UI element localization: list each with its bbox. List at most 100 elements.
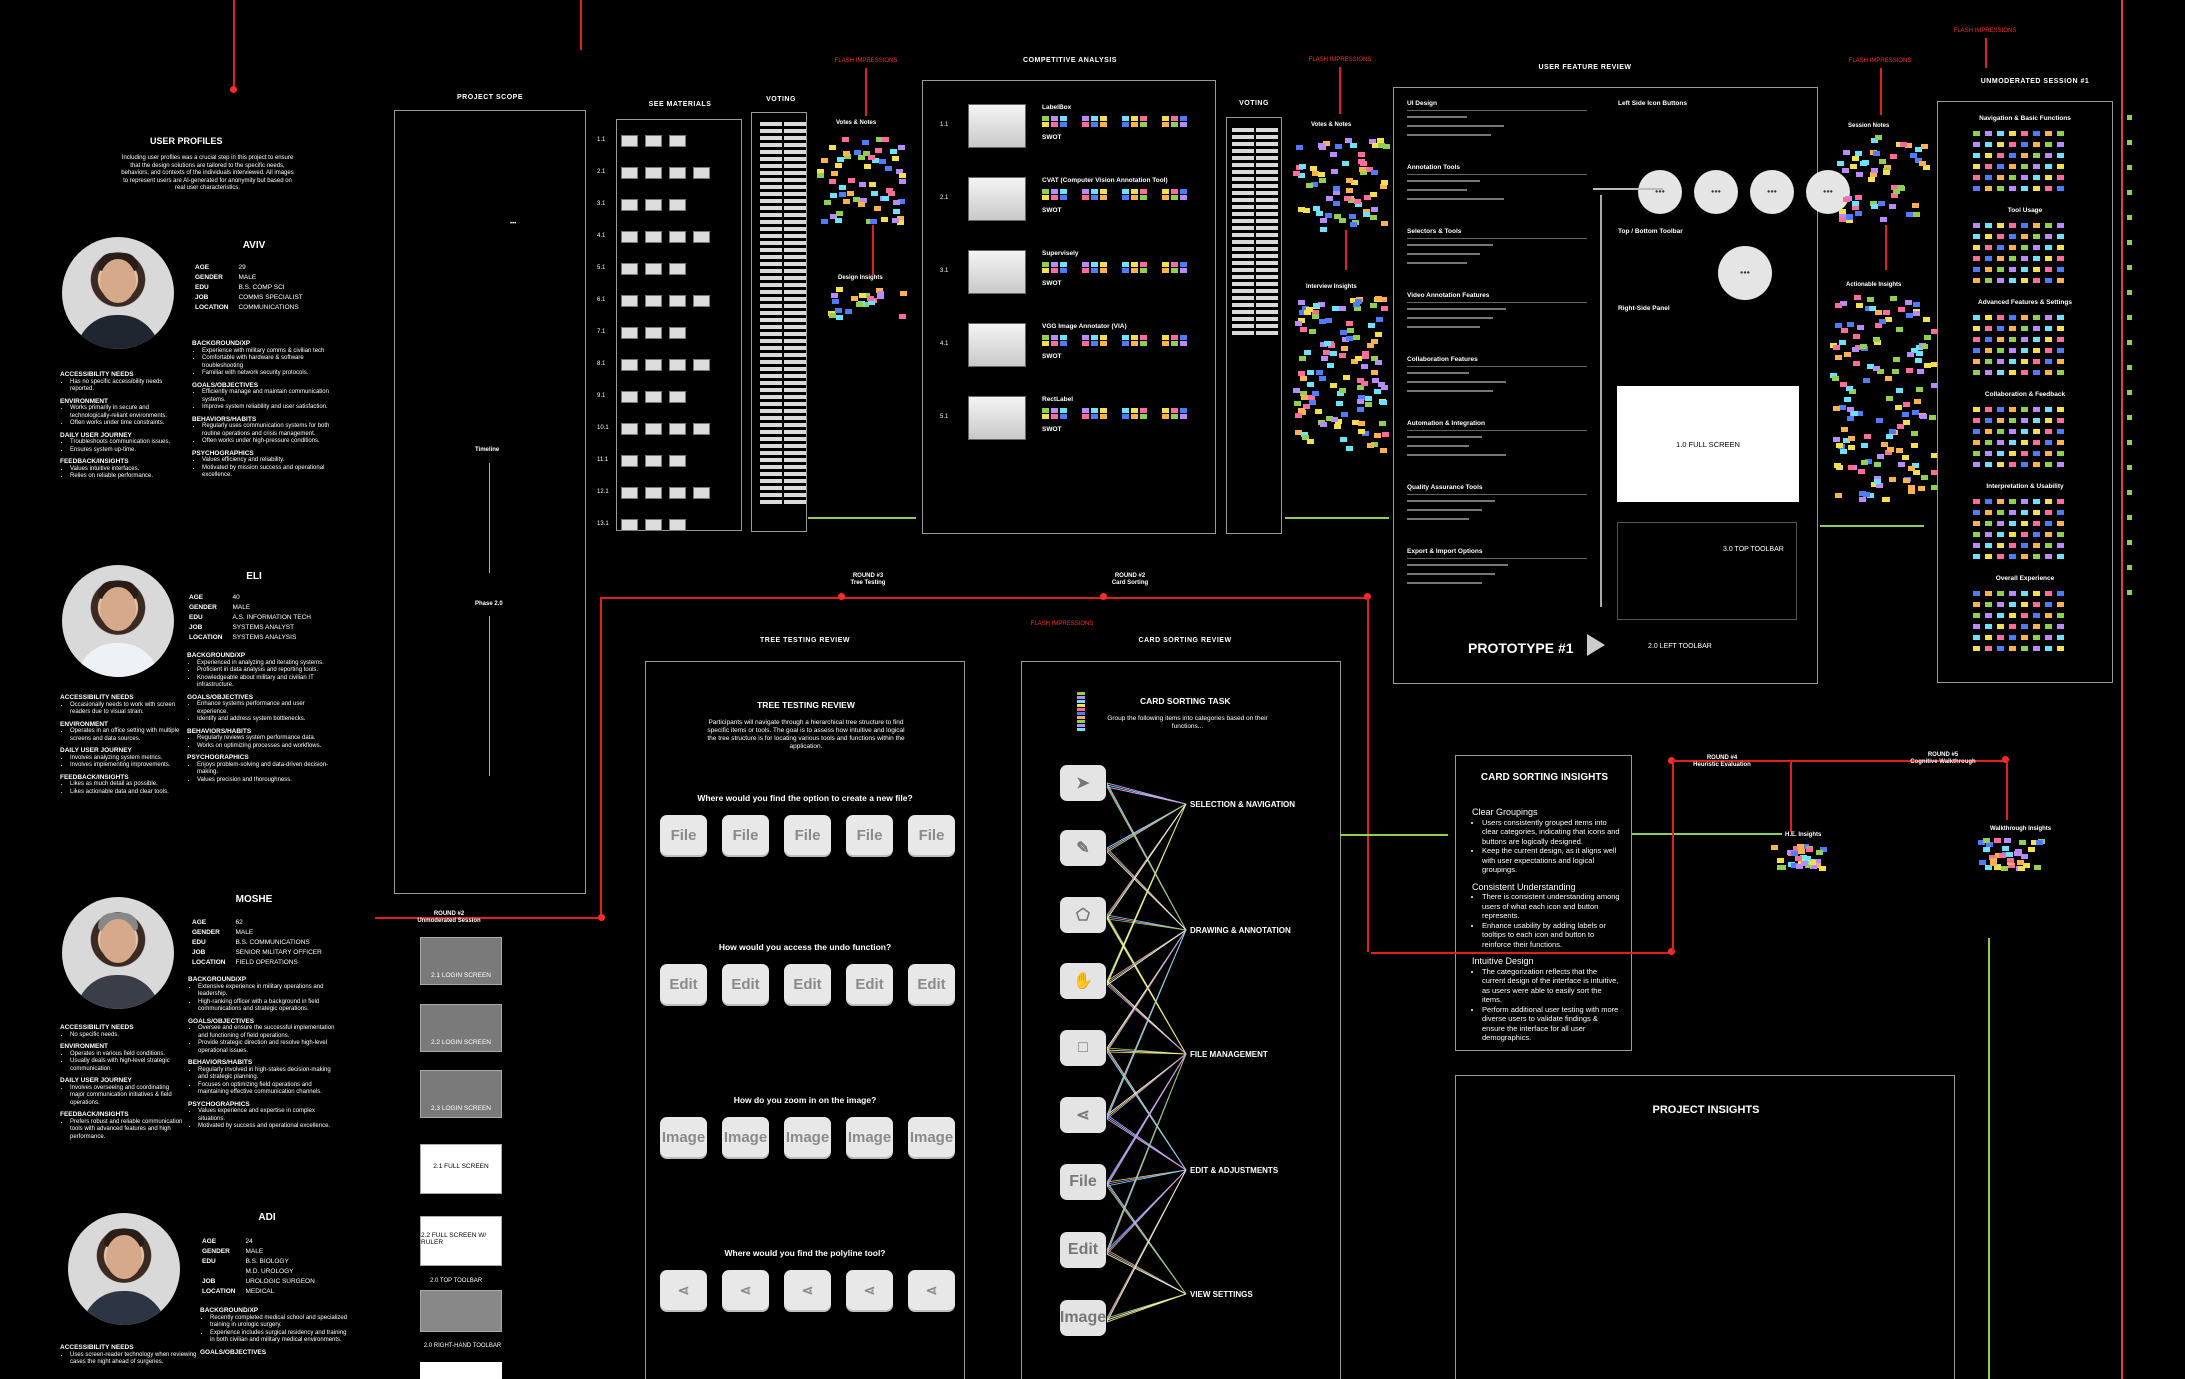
toolbar-thumb[interactable] (420, 1362, 502, 1379)
material-thumb[interactable] (693, 487, 710, 499)
sticky-note (2009, 635, 2016, 640)
answer-card[interactable]: Image (784, 1117, 831, 1157)
material-thumb[interactable] (621, 167, 638, 179)
answer-card[interactable]: Image (722, 1117, 769, 1157)
play-icon[interactable] (1587, 634, 1605, 656)
material-thumb[interactable] (669, 167, 686, 179)
full-screen-preview[interactable]: 1.0 FULL SCREEN (1617, 386, 1799, 502)
material-thumb[interactable] (693, 167, 710, 179)
material-thumb[interactable] (621, 231, 638, 243)
competitor-screenshot[interactable] (968, 250, 1026, 294)
answer-card[interactable]: Image (908, 1117, 955, 1157)
share-icon[interactable]: ⋖ (660, 1270, 707, 1310)
square-icon[interactable]: □ (1060, 1030, 1106, 1066)
material-thumb[interactable] (621, 423, 638, 435)
material-thumb[interactable] (693, 359, 710, 371)
material-thumb[interactable] (693, 231, 710, 243)
share-icon[interactable]: ⋖ (908, 1270, 955, 1310)
material-thumb[interactable] (693, 295, 710, 307)
sticky-note (1985, 451, 1992, 456)
vote-cell (784, 297, 806, 301)
material-thumb[interactable] (669, 295, 686, 307)
answer-card[interactable]: File (722, 815, 769, 855)
competitor-screenshot[interactable] (968, 323, 1026, 367)
material-thumb[interactable] (645, 455, 662, 467)
share-icon[interactable]: ⋖ (846, 1270, 893, 1310)
sticky-note (1973, 142, 1980, 147)
toolbar-thumb[interactable] (420, 1290, 502, 1332)
material-thumb[interactable] (645, 391, 662, 403)
material-thumb[interactable] (669, 391, 686, 403)
material-thumb[interactable] (645, 327, 662, 339)
material-thumb[interactable] (669, 487, 686, 499)
vote-cell (784, 269, 806, 273)
material-thumb[interactable] (669, 359, 686, 371)
material-thumb[interactable] (645, 487, 662, 499)
share-icon[interactable]: ⋖ (722, 1270, 769, 1310)
sort-card[interactable]: File (1060, 1164, 1106, 1200)
login-screen-thumb[interactable]: 2.1 LOGIN SCREEN (420, 937, 502, 985)
share-icon[interactable]: ⋖ (784, 1270, 831, 1310)
answer-card[interactable]: Edit (846, 964, 893, 1004)
material-thumb[interactable] (645, 519, 662, 531)
competitor-screenshot[interactable] (968, 396, 1026, 440)
material-thumb[interactable] (669, 135, 686, 147)
login-screen-thumb[interactable]: 2.3 LOGIN SCREEN (420, 1070, 502, 1118)
material-thumb[interactable] (645, 423, 662, 435)
full-screen-thumb[interactable]: 2.1 FULL SCREEN (420, 1144, 502, 1194)
material-thumb[interactable] (645, 263, 662, 275)
material-thumb[interactable] (693, 423, 710, 435)
answer-card[interactable]: Image (660, 1117, 707, 1157)
answer-card[interactable]: File (660, 815, 707, 855)
material-thumb[interactable] (621, 455, 638, 467)
answer-card[interactable]: File (846, 815, 893, 855)
sticky-note (1140, 262, 1147, 267)
material-thumb[interactable] (621, 263, 638, 275)
material-thumb[interactable] (645, 359, 662, 371)
sticky-note (2057, 164, 2064, 169)
material-thumb[interactable] (645, 231, 662, 243)
sort-card[interactable]: Image (1060, 1300, 1106, 1336)
material-thumb[interactable] (645, 295, 662, 307)
material-thumb[interactable] (621, 359, 638, 371)
material-thumb[interactable] (621, 135, 638, 147)
material-thumb[interactable] (669, 455, 686, 467)
answer-card[interactable]: File (784, 815, 831, 855)
material-thumb[interactable] (669, 263, 686, 275)
material-thumb[interactable] (645, 135, 662, 147)
text-line (1407, 390, 1493, 392)
sticky-note (2021, 256, 2028, 261)
login-screen-thumb[interactable]: 2.2 LOGIN SCREEN (420, 1004, 502, 1052)
material-thumb[interactable] (621, 487, 638, 499)
share-icon[interactable]: ⋖ (1060, 1097, 1106, 1133)
material-thumb[interactable] (621, 295, 638, 307)
hand-icon[interactable]: ✋ (1060, 963, 1106, 999)
sort-card[interactable]: Edit (1060, 1232, 1106, 1268)
material-thumb[interactable] (669, 423, 686, 435)
material-thumb[interactable] (645, 199, 662, 211)
material-thumb[interactable] (621, 519, 638, 531)
material-thumb[interactable] (669, 519, 686, 531)
material-thumb[interactable] (621, 199, 638, 211)
answer-card[interactable]: File (908, 815, 955, 855)
material-thumb[interactable] (645, 167, 662, 179)
pencil-icon[interactable]: ✎ (1060, 830, 1106, 866)
material-thumb[interactable] (621, 391, 638, 403)
sticky-note (2009, 278, 2016, 283)
answer-card[interactable]: Edit (784, 964, 831, 1004)
material-thumb[interactable] (669, 231, 686, 243)
answer-card[interactable]: Edit (908, 964, 955, 1004)
answer-card[interactable]: Edit (660, 964, 707, 1004)
cursor-icon[interactable]: ➤ (1060, 765, 1106, 801)
full-screen-thumb[interactable]: 2.2 FULL SCREEN W/ RULER (420, 1216, 502, 1266)
competitor-screenshot[interactable] (968, 177, 1026, 221)
material-thumb[interactable] (621, 327, 638, 339)
answer-card[interactable]: Edit (722, 964, 769, 1004)
tag-icon[interactable]: ⬠ (1060, 897, 1106, 933)
text-line (1407, 189, 1467, 191)
material-thumb[interactable] (669, 327, 686, 339)
material-thumb[interactable] (669, 199, 686, 211)
competitor-screenshot[interactable] (968, 104, 1026, 148)
sticky-note (1985, 223, 1992, 228)
answer-card[interactable]: Image (846, 1117, 893, 1157)
